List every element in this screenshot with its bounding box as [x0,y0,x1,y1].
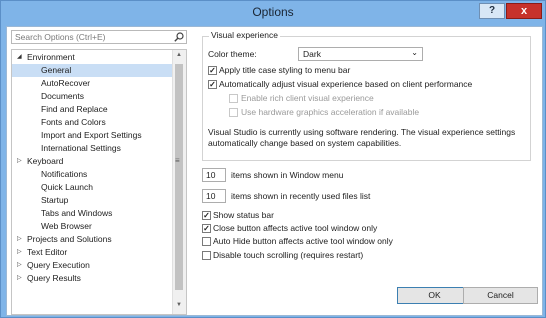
tree-item[interactable]: Quick Launch [12,181,174,194]
tree-item-label: Startup [41,195,69,205]
tree-item[interactable]: Documents [12,90,174,103]
tree-item-label: Query Results [27,273,81,283]
rich-client-checkbox[interactable] [229,94,238,103]
collapsed-arrow-icon[interactable]: ▷ [17,155,22,168]
tree-item-label: Documents [41,91,84,101]
tree-item[interactable]: Import and Export Settings [12,129,174,142]
close-button[interactable]: x [506,3,542,19]
recent-files-count-label: items shown in recently used files list [231,191,371,201]
auto-adjust-checkbox[interactable] [208,80,217,89]
scrollbar-thumb[interactable] [175,64,183,290]
visual-experience-group: Visual experience Color theme: Dark ⌄ Ap… [202,30,531,161]
tree-item-label: Projects and Solutions [27,234,112,244]
tree-item[interactable]: ◢ Environment [12,51,174,64]
options-dialog: Options ? x Search Options (Ctrl+E) ◢ Env… [0,0,546,318]
tree-item-label: Keyboard [27,156,64,166]
collapsed-arrow-icon[interactable]: ▷ [17,259,22,272]
tree-item[interactable]: Fonts and Colors [12,116,174,129]
chevron-down-icon: ⌄ [411,48,418,57]
search-placeholder: Search Options (Ctrl+E) [15,32,106,42]
tree-item-label: Find and Replace [41,104,108,114]
hw-accel-checkbox[interactable] [229,108,238,117]
tree-item-label: Fonts and Colors [41,117,106,127]
ok-button[interactable]: OK [397,287,472,304]
rich-client-label[interactable]: Enable rich client visual experience [241,93,374,103]
tree-item-label: General [41,65,72,75]
tree-item-label: Query Execution [27,260,90,270]
close-button-affects-checkbox[interactable] [202,224,211,233]
tree-item-label: Environment [27,52,75,62]
color-theme-select[interactable]: Dark ⌄ [298,47,423,61]
tree-item[interactable]: Notifications [12,168,174,181]
color-theme-label: Color theme: [208,49,257,59]
tree-item-label: International Settings [41,143,121,153]
collapsed-arrow-icon[interactable]: ▷ [17,272,22,285]
auto-adjust-label[interactable]: Automatically adjust visual experience b… [219,79,472,89]
tree-item[interactable]: Startup [12,194,174,207]
tree-item-label: Notifications [41,169,88,179]
disable-touch-scrolling-label[interactable]: Disable touch scrolling (requires restar… [213,250,363,260]
tree-item-label: Quick Launch [41,182,93,192]
tree-item-label: Import and Export Settings [41,130,142,140]
tree-item-label: Web Browser [41,221,92,231]
tree-item[interactable]: ▷ Text Editor [12,246,174,259]
cancel-button[interactable]: Cancel [463,287,538,304]
search-icon[interactable] [174,32,184,44]
window-menu-count-label: items shown in Window menu [231,170,344,180]
rendering-note: Visual Studio is currently using softwar… [208,127,516,148]
tree-item[interactable]: AutoRecover [12,77,174,90]
options-tree[interactable]: ◢ Environment General AutoRecover Documents F… [11,49,187,315]
tree-item[interactable]: International Settings [12,142,174,155]
apply-title-case-label[interactable]: Apply title case styling to menu bar [219,65,350,75]
color-theme-value: Dark [303,49,321,59]
recent-files-count-input[interactable]: 10 [202,189,226,203]
auto-hide-affects-checkbox[interactable] [202,237,211,246]
tree-item[interactable]: ▷ Keyboard [12,155,174,168]
tree-item-label: AutoRecover [41,78,91,88]
apply-title-case-checkbox[interactable] [208,66,217,75]
tree-item[interactable]: Find and Replace [12,103,174,116]
scroll-down-arrow-icon[interactable]: ▼ [176,302,182,308]
tree-item[interactable]: Tabs and Windows [12,207,174,220]
title-bar[interactable]: Options ? x [1,1,545,25]
search-input[interactable]: Search Options (Ctrl+E) [11,30,187,44]
close-button-affects-label[interactable]: Close button affects active tool window … [213,223,377,233]
collapsed-arrow-icon[interactable]: ▷ [17,233,22,246]
tree-item-label: Text Editor [27,247,68,257]
scroll-grip-icon: ≡ [175,156,180,165]
tree-item[interactable]: General [12,64,174,77]
auto-hide-affects-label[interactable]: Auto Hide button affects active tool win… [213,236,393,246]
tree-item-label: Tabs and Windows [41,208,113,218]
tree-scrollbar[interactable]: ▲ ≡ ▼ [172,50,186,314]
disable-touch-scrolling-checkbox[interactable] [202,251,211,260]
tree-item[interactable]: ▷ Query Execution [12,259,174,272]
scroll-up-arrow-icon[interactable]: ▲ [176,52,182,58]
expanded-arrow-icon[interactable]: ◢ [17,51,22,64]
hw-accel-label[interactable]: Use hardware graphics acceleration if av… [241,107,419,117]
tree-item[interactable]: Web Browser [12,220,174,233]
help-button[interactable]: ? [479,3,505,19]
collapsed-arrow-icon[interactable]: ▷ [17,246,22,259]
tree-item[interactable]: ▷ Query Results [12,272,174,285]
window-title: Options [252,5,294,19]
show-status-bar-label[interactable]: Show status bar [213,210,274,220]
window-menu-count-input[interactable]: 10 [202,168,226,182]
tree-item[interactable]: ▷ Projects and Solutions [12,233,174,246]
show-status-bar-checkbox[interactable] [202,211,211,220]
dialog-body: Search Options (Ctrl+E) ◢ Environment Gene… [6,26,543,316]
group-legend: Visual experience [209,30,280,40]
